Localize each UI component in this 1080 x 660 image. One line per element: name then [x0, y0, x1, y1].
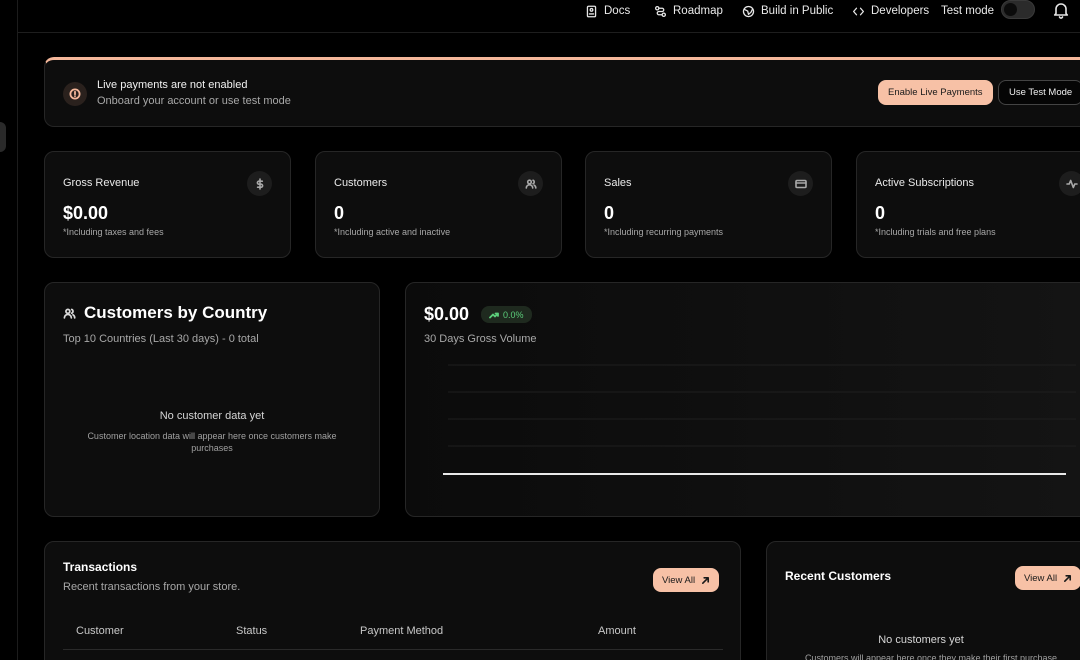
- recent-customers-empty-title: No customers yet: [878, 634, 964, 646]
- arrow-up-right-icon: [702, 576, 710, 584]
- roadmap-link[interactable]: Roadmap: [654, 3, 723, 19]
- column-header-status: Status: [236, 625, 268, 637]
- view-all-label: View All: [662, 574, 696, 586]
- enable-live-payments-button[interactable]: Enable Live Payments: [878, 80, 993, 105]
- country-empty-subtitle: Customer location data will appear here …: [87, 431, 337, 453]
- stat-note: *Including taxes and fees: [63, 227, 164, 237]
- bell-icon: [1053, 3, 1069, 19]
- top-navigation: Docs Roadmap Build in Public Developers …: [18, 0, 1080, 33]
- stat-value: 0: [604, 203, 615, 223]
- docs-link-label: Docs: [604, 5, 631, 17]
- credit-card-icon: [788, 171, 813, 196]
- stat-value: $0.00: [63, 203, 109, 223]
- recent-customers-view-all-button[interactable]: View All: [1015, 566, 1080, 590]
- customers-by-country-card: Customers by Country Top 10 Countries (L…: [44, 282, 380, 517]
- stat-label: Customers: [334, 177, 388, 189]
- recent-customers-title: Recent Customers: [785, 569, 892, 583]
- build-in-public-label: Build in Public: [761, 5, 834, 17]
- notifications-button[interactable]: [1053, 1, 1069, 24]
- stat-card-sales: Sales 0 *Including recurring payments: [585, 151, 832, 258]
- stat-value: 0: [334, 203, 345, 223]
- sidebar-collapse-handle[interactable]: [0, 122, 6, 152]
- recent-customers-empty-subtitle: Customers will appear here once they mak…: [804, 653, 1058, 660]
- transactions-title: Transactions: [63, 560, 138, 574]
- stat-value: 0: [875, 203, 886, 223]
- gross-volume-value: $0.00: [424, 304, 470, 324]
- toggle-knob: [1004, 3, 1017, 16]
- users-icon: [518, 171, 543, 196]
- stat-note: *Including recurring payments: [604, 227, 724, 237]
- gross-volume-card: $0.00 0.0% 30 Days Gross Volume: [405, 282, 1080, 517]
- transactions-subtitle: Recent transactions from your store.: [63, 581, 241, 593]
- country-card-subtitle: Top 10 Countries (Last 30 days) - 0 tota…: [63, 333, 259, 345]
- view-all-label: View All: [1024, 572, 1058, 584]
- stat-label: Sales: [604, 177, 632, 189]
- users-icon: [63, 308, 76, 319]
- stat-label: Active Subscriptions: [875, 177, 975, 189]
- route-icon: [654, 5, 667, 17]
- stat-card-active-subscriptions: Active Subscriptions 0 *Including trials…: [856, 151, 1080, 258]
- column-header-payment-method: Payment Method: [360, 625, 444, 637]
- table-divider: [63, 649, 723, 650]
- country-card-header: Customers by Country: [63, 303, 267, 323]
- book-icon: [586, 5, 597, 17]
- stat-card-customers: Customers 0 *Including active and inacti…: [315, 151, 562, 258]
- stat-note: *Including trials and free plans: [875, 227, 996, 237]
- change-badge: 0.0%: [481, 306, 532, 323]
- banner-title: Live payments are not enabled: [97, 79, 248, 91]
- country-empty-title: No customer data yet: [159, 410, 265, 422]
- stat-card-gross-revenue: Gross Revenue $0.00 *Including taxes and…: [44, 151, 291, 258]
- sidebar: [0, 0, 18, 660]
- transactions-view-all-button[interactable]: View All: [653, 568, 720, 592]
- developers-label: Developers: [871, 5, 930, 17]
- banner-subtitle: Onboard your account or use test mode: [97, 95, 291, 107]
- use-test-mode-button[interactable]: Use Test Mode: [998, 80, 1080, 105]
- docs-link[interactable]: Docs: [585, 3, 630, 19]
- developers-link[interactable]: Developers: [852, 3, 929, 19]
- column-header-customer: Customer: [76, 625, 124, 637]
- build-in-public-link[interactable]: Build in Public: [742, 3, 833, 19]
- gross-volume-subtitle: 30 Days Gross Volume: [424, 333, 537, 345]
- alert-circle-icon: [63, 82, 87, 106]
- stat-label: Gross Revenue: [63, 177, 140, 189]
- live-payments-banner: Live payments are not enabled Onboard yo…: [44, 57, 1080, 127]
- dollar-icon: [247, 171, 272, 196]
- globe-icon: [742, 5, 755, 17]
- stat-note: *Including active and inactive: [334, 227, 451, 237]
- code-icon: [852, 7, 865, 15]
- test-mode-label: Test mode: [941, 5, 995, 17]
- country-card-title: Customers by Country: [84, 303, 268, 322]
- change-value: 0.0%: [503, 309, 524, 320]
- activity-icon: [1059, 171, 1080, 196]
- arrow-up-right-icon: [1064, 574, 1072, 582]
- column-header-amount: Amount: [598, 625, 636, 637]
- trending-up-icon: [489, 312, 499, 318]
- roadmap-link-label: Roadmap: [673, 5, 723, 17]
- test-mode-toggle[interactable]: [1001, 0, 1035, 19]
- recent-customers-card: Recent Customers View All No customers y…: [766, 541, 1080, 660]
- transactions-card: Transactions Recent transactions from yo…: [44, 541, 741, 660]
- gross-volume-chart: [443, 364, 1076, 475]
